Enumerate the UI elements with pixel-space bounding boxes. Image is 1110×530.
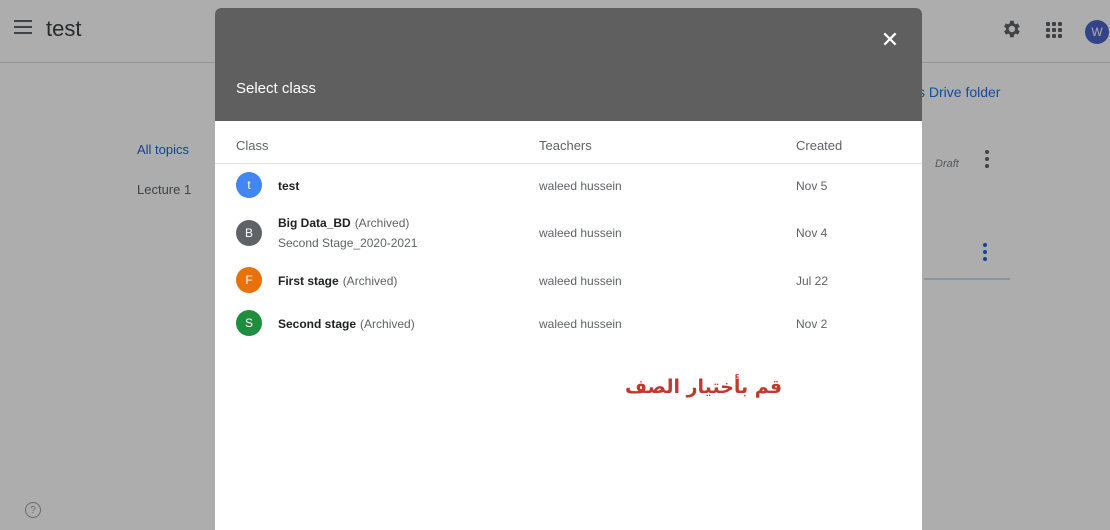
class-section: Second Stage_2020-2021 — [278, 236, 418, 250]
archived-label: (Archived) — [360, 317, 415, 331]
class-avatar: t — [236, 172, 262, 198]
class-teacher: waleed hussein — [539, 274, 622, 288]
class-name: Second stage (Archived) — [278, 317, 415, 331]
class-created: Nov 5 — [796, 179, 828, 193]
class-row[interactable]: S Second stage (Archived) waleed hussein … — [215, 303, 922, 343]
instruction-text: قم بأختيار الصف — [625, 376, 783, 398]
class-avatar: S — [236, 310, 262, 336]
dialog-title: Select class — [236, 80, 317, 97]
divider — [215, 163, 922, 164]
class-teacher: waleed hussein — [539, 317, 622, 331]
class-name: Big Data_BD (Archived) — [278, 216, 409, 230]
class-created: Nov 2 — [796, 317, 828, 331]
class-name: First stage (Archived) — [278, 274, 397, 288]
class-teacher: waleed hussein — [539, 226, 622, 240]
class-row[interactable]: F First stage (Archived) waleed hussein J… — [215, 260, 922, 300]
class-name-text: test — [278, 179, 300, 193]
archived-label: (Archived) — [342, 274, 398, 288]
class-avatar: B — [236, 220, 262, 246]
class-row[interactable]: t test waleed hussein Nov 5 — [215, 165, 922, 205]
class-name-text: Second stage — [278, 317, 357, 331]
archived-label: (Archived) — [354, 216, 410, 230]
class-name: test — [278, 179, 299, 193]
class-teacher: waleed hussein — [539, 179, 622, 193]
class-avatar: F — [236, 267, 262, 293]
class-name-text: Big Data_BD — [278, 216, 351, 230]
select-class-dialog: ✕ Select class Class Teachers Created t … — [215, 8, 922, 530]
close-button[interactable]: ✕ — [879, 29, 901, 51]
class-row[interactable]: B Big Data_BD (Archived) Second Stage_202… — [215, 208, 922, 258]
column-header-class: Class — [236, 138, 269, 153]
dialog-header: ✕ Select class — [215, 8, 922, 121]
class-name-text: First stage — [278, 274, 339, 288]
column-header-created: Created — [796, 138, 843, 153]
class-created: Nov 4 — [796, 226, 828, 240]
class-created: Jul 22 — [796, 274, 829, 288]
column-header-teachers: Teachers — [539, 138, 592, 153]
